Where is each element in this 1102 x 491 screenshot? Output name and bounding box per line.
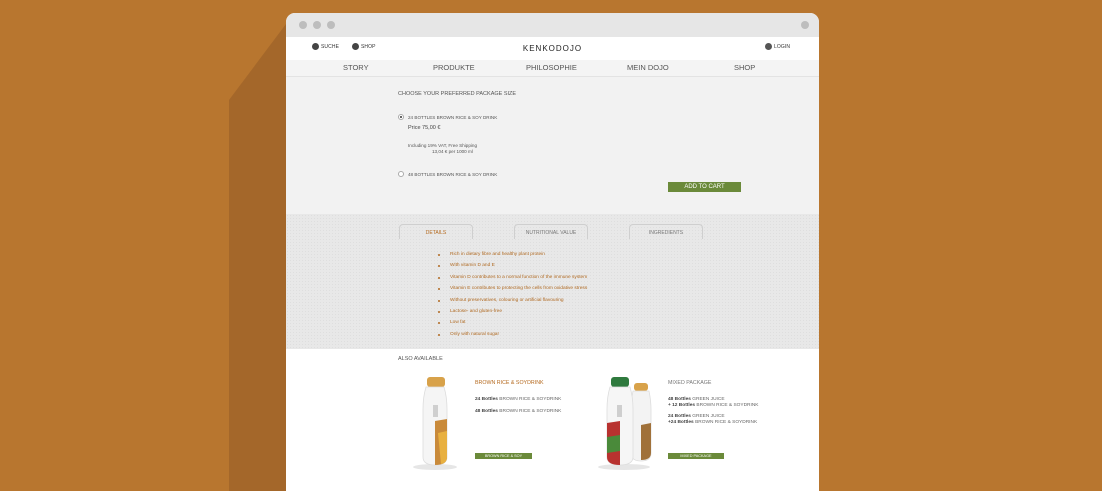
product-desc: GREEN JUICE: [692, 414, 725, 419]
product-qty: 24 Bottles: [475, 397, 498, 402]
brown-rice-bottle-image[interactable]: [413, 375, 461, 471]
window-dot-right: [801, 21, 809, 29]
window-dot-minimize[interactable]: [313, 21, 321, 29]
product-qty: 48 Bottles: [475, 409, 498, 414]
list-item: Vitamin E contributes to protecting the …: [436, 286, 587, 297]
product-title-mixed-package[interactable]: MIXED PACKAGE: [668, 380, 711, 386]
details-section: DETAILS NUTRITIONAL VALUE INGREDIENTS Ri…: [286, 214, 819, 349]
list-item: With vitamin D and E: [436, 263, 587, 274]
tab-details[interactable]: DETAILS: [399, 224, 473, 239]
vat-info: Including 19% VAT, Free Shipping: [408, 143, 478, 148]
backdrop-shadow: [229, 20, 289, 491]
also-available-section: ALSO AVAILABLE BROWN RICE & SOYDRINK 24 …: [286, 349, 819, 491]
title-bar: [286, 13, 819, 37]
product-desc: BROWN RICE & SOYDRINK: [499, 409, 562, 414]
product-qty: 48 Bottles: [668, 397, 691, 402]
nav-mein-dojo[interactable]: MEIN DOJO: [627, 63, 669, 72]
browser-window: SUCHE SHOP KENKODOJO LOGIN STORY PRODUKT…: [286, 13, 819, 491]
mixed-package-button[interactable]: MIXED PACKAGE: [668, 453, 724, 459]
product-desc: BROWN RICE & SOYDRINK: [695, 420, 758, 425]
product-desc: GREEN JUICE: [692, 397, 725, 402]
brown-rice-soy-button[interactable]: BROWN RICE & SOY: [475, 453, 532, 459]
add-to-cart-button[interactable]: ADD TO CART: [668, 182, 741, 192]
list-item: Rich in dietary fibre and healthy plant …: [436, 252, 587, 263]
site-header: SUCHE SHOP KENKODOJO LOGIN: [286, 37, 819, 60]
list-item: Only with natural sugar: [436, 332, 587, 343]
product-desc: BROWN RICE & SOYDRINK: [696, 403, 759, 408]
product-desc: BROWN RICE & SOYDRINK: [499, 397, 562, 402]
package-option-24[interactable]: 24 BOTTLES BROWN RICE & SOY DRINK: [408, 115, 497, 120]
user-icon: [765, 43, 772, 50]
package-radio-48[interactable]: [398, 171, 404, 177]
login-link[interactable]: LOGIN: [765, 43, 790, 50]
price: Price 75,00 €: [408, 125, 441, 131]
package-radio-24[interactable]: [398, 114, 404, 120]
nav-story[interactable]: STORY: [343, 63, 369, 72]
list-item: Lactose- and gluten-free: [436, 309, 587, 320]
nav-philosophie[interactable]: PHILOSOPHIE: [526, 63, 577, 72]
product-qty: +24 Bottles: [668, 420, 694, 425]
login-label: LOGIN: [774, 43, 791, 50]
package-option-48[interactable]: 48 BOTTLES BROWN RICE & SOY DRINK: [408, 172, 497, 177]
product-qty: + 12 Bottles: [668, 403, 696, 408]
window-dot-maximize[interactable]: [327, 21, 335, 29]
nav-produkte[interactable]: PRODUKTE: [433, 63, 475, 72]
list-item: Vitamin D contributes to a normal functi…: [436, 275, 587, 286]
product-qty: 24 Bottles: [668, 414, 691, 419]
purchase-section: CHOOSE YOUR PREFERRED PACKAGE SIZE 24 BO…: [286, 77, 819, 214]
per-liter-price: 13,04 € per 1000 ml: [432, 149, 473, 154]
also-available-heading: ALSO AVAILABLE: [398, 356, 443, 362]
list-item: Without preservatives, colouring or arti…: [436, 298, 587, 309]
site-logo[interactable]: KENKODOJO: [286, 44, 819, 53]
list-item: Low fat: [436, 320, 587, 331]
main-nav: STORY PRODUKTE PHILOSOPHIE MEIN DOJO SHO…: [286, 60, 819, 77]
mixed-package-bottles-image[interactable]: [598, 375, 660, 471]
details-list: Rich in dietary fibre and healthy plant …: [436, 252, 587, 343]
tab-nutritional-value[interactable]: NUTRITIONAL VALUE: [514, 224, 588, 239]
product-title-brown-rice[interactable]: BROWN RICE & SOYDRINK: [475, 380, 544, 386]
tab-ingredients[interactable]: INGREDIENTS: [629, 224, 703, 239]
package-heading: CHOOSE YOUR PREFERRED PACKAGE SIZE: [398, 91, 517, 97]
nav-shop[interactable]: SHOP: [734, 63, 755, 72]
window-dot-close[interactable]: [299, 21, 307, 29]
